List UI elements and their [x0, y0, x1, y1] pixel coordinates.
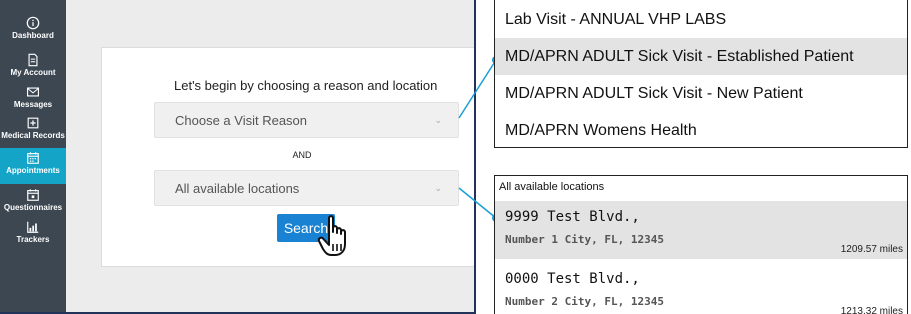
sidebar-item-my-account[interactable]: My Account [0, 53, 66, 87]
envelope-icon [27, 87, 39, 97]
reason-option[interactable]: MD/APRN Womens Health [495, 112, 907, 149]
document-icon [28, 53, 38, 67]
sidebar-item-messages[interactable]: Messages [0, 85, 66, 119]
location-city: Number 2 City, FL, 12345 [505, 295, 664, 308]
location-address: 0000 Test Blvd., [505, 271, 640, 287]
reason-option[interactable]: MD/APRN ADULT Sick Visit - New Patient [495, 75, 907, 112]
chevron-down-icon: ⌄ [434, 115, 442, 125]
location-dropdown: All available locations 9999 Test Blvd.,… [494, 175, 908, 314]
sidebar-item-label: Trackers [16, 235, 50, 244]
location-option-highlighted[interactable]: 9999 Test Blvd., Number 1 City, FL, 1234… [495, 201, 907, 259]
reason-option-label: MD/APRN ADULT Sick Visit - Established P… [505, 47, 854, 65]
reason-option[interactable]: Lab Visit - ANNUAL VHP LABS [495, 1, 907, 38]
sidebar-item-label: Questionnaires [3, 203, 63, 212]
plus-box-icon [27, 117, 39, 129]
hand-cursor-icon [317, 215, 346, 256]
sidebar-item-medical-records[interactable]: Medical Records [0, 116, 66, 150]
calendar-icon [27, 152, 39, 164]
location-dropdown-header: All available locations [499, 181, 605, 193]
chevron-down-icon: ⌄ [434, 183, 442, 193]
visit-reason-select[interactable]: Choose a Visit Reason ⌄ [154, 102, 459, 138]
info-icon [26, 16, 40, 30]
location-option[interactable]: 0000 Test Blvd., Number 2 City, FL, 1234… [495, 263, 907, 314]
sidebar-item-dashboard[interactable]: Dashboard [0, 16, 66, 50]
and-label: AND [292, 150, 312, 160]
location-city: Number 1 City, FL, 12345 [505, 233, 664, 246]
sidebar-item-label: Medical Records [1, 131, 65, 140]
calendar-dot-icon [27, 189, 39, 201]
reason-option-label: MD/APRN Womens Health [505, 121, 697, 139]
location-select[interactable]: All available locations ⌄ [154, 170, 459, 206]
location-distance: 1209.57 miles [840, 244, 903, 255]
visit-reason-dropdown: Lab Visit - ANNUAL VHP LABS MD/APRN ADUL… [494, 0, 908, 148]
visit-reason-select-value: Choose a Visit Reason [175, 112, 308, 128]
card-heading: Let's begin by choosing a reason and loc… [174, 78, 438, 93]
sidebar-item-label: Dashboard [12, 31, 54, 40]
appointment-search-card: Let's begin by choosing a reason and loc… [101, 47, 474, 267]
sidebar-item-label: Messages [13, 100, 53, 109]
sidebar-item-appointments[interactable]: Appointments [0, 148, 66, 184]
chart-icon [27, 221, 39, 233]
app-screenshot: Dashboard My Account Messages Medical Re… [0, 0, 476, 314]
sidebar-item-questionnaires[interactable]: Questionnaires [0, 188, 66, 222]
main-content: Let's begin by choosing a reason and loc… [66, 0, 474, 312]
reason-option-label: MD/APRN ADULT Sick Visit - New Patient [505, 84, 803, 102]
location-select-value: All available locations [175, 180, 300, 196]
reason-option-highlighted[interactable]: MD/APRN ADULT Sick Visit - Established P… [495, 38, 907, 75]
sidebar-item-label: My Account [10, 68, 56, 77]
location-distance: 1213.32 miles [840, 306, 903, 314]
location-address: 9999 Test Blvd., [505, 209, 640, 225]
sidebar: Dashboard My Account Messages Medical Re… [0, 0, 66, 312]
sidebar-item-label: Appointments [6, 166, 60, 175]
reason-option-label: Lab Visit - ANNUAL VHP LABS [505, 10, 727, 28]
sidebar-item-trackers[interactable]: Trackers [0, 220, 66, 254]
sidebar-item-partial [0, 0, 66, 2]
